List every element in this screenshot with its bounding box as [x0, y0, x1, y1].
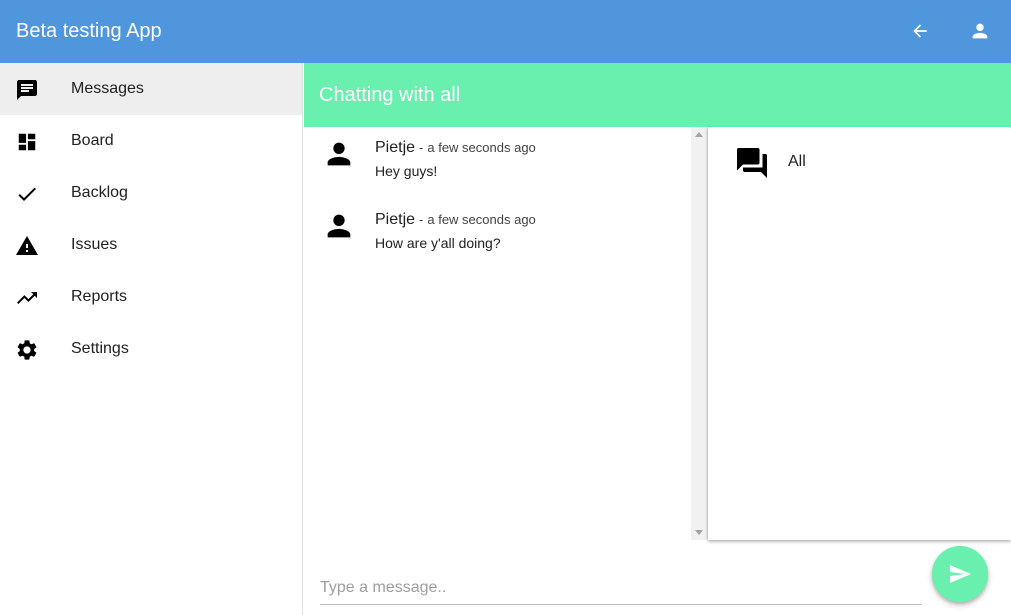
scroll-up-arrow[interactable]	[695, 132, 703, 137]
message-text: How are y'all doing?	[375, 235, 501, 251]
channel-item-all[interactable]: All	[708, 137, 1011, 187]
message-author: Pietje	[375, 139, 416, 156]
message-meta: Pietje - a few seconds ago	[375, 211, 536, 229]
chat-header: Chatting with all	[304, 63, 1011, 127]
warning-icon	[15, 234, 39, 258]
message-time: a few seconds ago	[427, 212, 536, 227]
sidebar-item-label: Settings	[71, 340, 129, 357]
sidebar-item-label: Messages	[71, 80, 144, 97]
sidebar-item-settings[interactable]: Settings	[0, 323, 302, 375]
account-icon	[972, 23, 988, 39]
message-scrollbar[interactable]	[691, 127, 708, 540]
app-bar: Beta testing App	[0, 0, 1011, 63]
message-author: Pietje	[375, 211, 416, 228]
channel-label: All	[788, 153, 806, 170]
send-icon	[950, 565, 971, 583]
message-separator: -	[419, 140, 424, 155]
message-composer	[320, 568, 922, 605]
gear-icon	[15, 338, 39, 362]
message-item: Pietje - a few seconds ago Hey guys!	[304, 127, 691, 187]
check-icon	[15, 182, 39, 206]
message-text: Hey guys!	[375, 163, 438, 179]
message-input[interactable]	[320, 568, 922, 604]
sidebar-item-label: Backlog	[71, 184, 128, 201]
sidebar-item-issues[interactable]: Issues	[0, 219, 302, 271]
dashboard-icon	[15, 130, 39, 154]
scroll-down-arrow[interactable]	[695, 530, 703, 535]
message-meta: Pietje - a few seconds ago	[375, 139, 536, 157]
person-icon	[322, 209, 356, 243]
sidebar-item-reports[interactable]: Reports	[0, 271, 302, 323]
account-button[interactable]	[968, 19, 992, 43]
sidebar-item-label: Board	[71, 132, 114, 149]
person-icon	[322, 137, 356, 171]
message-icon	[15, 78, 39, 102]
sidebar: Messages Board Backlog Issues Reports Se…	[0, 63, 303, 615]
message-list[interactable]: Pietje - a few seconds ago Hey guys! Pietj…	[304, 127, 691, 540]
message-time: a few seconds ago	[427, 140, 536, 155]
sidebar-item-backlog[interactable]: Backlog	[0, 167, 302, 219]
send-button[interactable]	[932, 546, 988, 602]
sidebar-item-messages[interactable]: Messages	[0, 63, 302, 115]
sidebar-item-label: Issues	[71, 236, 118, 253]
forum-icon	[733, 145, 771, 181]
trending-up-icon	[15, 286, 39, 310]
message-separator: -	[419, 212, 424, 227]
app-title: Beta testing App	[16, 20, 162, 42]
back-button[interactable]	[908, 19, 932, 43]
sidebar-item-label: Reports	[71, 288, 128, 305]
chat-title: Chatting with all	[319, 84, 461, 106]
sidebar-item-board[interactable]: Board	[0, 115, 302, 167]
arrow-back-icon	[913, 24, 927, 38]
channel-list: All	[708, 127, 1011, 540]
message-item: Pietje - a few seconds ago How are y'all d…	[304, 199, 691, 259]
